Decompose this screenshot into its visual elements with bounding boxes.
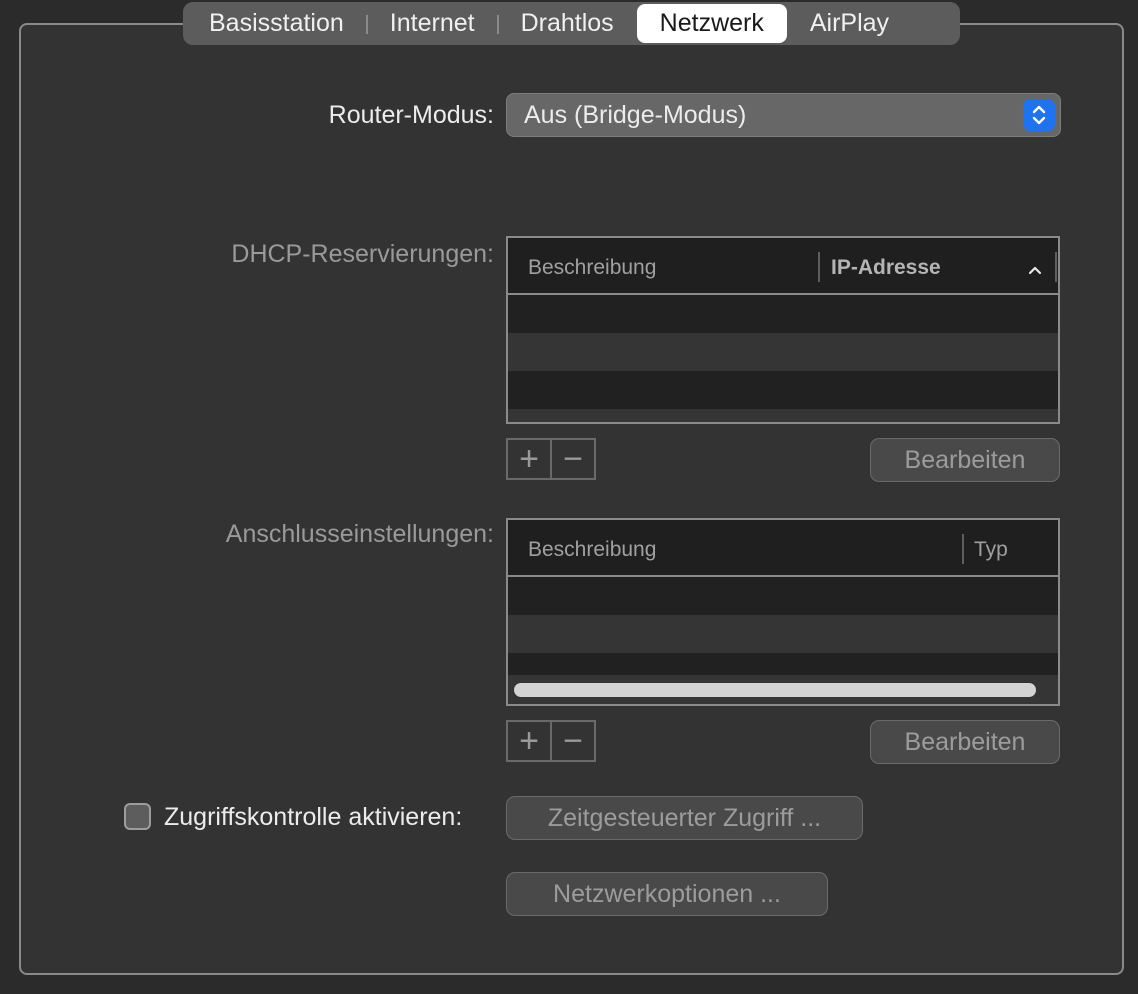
horizontal-scrollbar[interactable] — [514, 683, 1036, 697]
dhcp-add-remove-control: + − — [506, 438, 596, 480]
column-header-beschreibung[interactable]: Beschreibung — [528, 538, 656, 562]
tab-bar: Basisstation Internet Drahtlos Netzwerk … — [183, 2, 960, 45]
dhcp-reservations-table[interactable]: Beschreibung IP-Adresse — [506, 236, 1060, 424]
dhcp-table-header: Beschreibung IP-Adresse — [508, 238, 1058, 295]
tab-airplay[interactable]: AirPlay — [787, 4, 912, 43]
column-header-ip-adresse[interactable]: IP-Adresse — [831, 256, 941, 280]
column-header-beschreibung[interactable]: Beschreibung — [528, 256, 656, 280]
port-settings-table[interactable]: Beschreibung Typ — [506, 518, 1060, 706]
port-add-button[interactable]: + — [508, 722, 550, 760]
port-add-remove-control: + − — [506, 720, 596, 762]
column-header-typ[interactable]: Typ — [974, 538, 1008, 562]
router-mode-popup[interactable]: Aus (Bridge-Modus) — [506, 93, 1061, 137]
column-divider[interactable] — [818, 252, 820, 282]
tab-drahtlos[interactable]: Drahtlos — [498, 4, 637, 43]
router-mode-value: Aus (Bridge-Modus) — [524, 100, 747, 129]
timed-access-button[interactable]: Zeitgesteuerter Zugriff ... — [506, 796, 863, 840]
port-settings-label: Anschlusseinstellungen: — [225, 520, 494, 548]
tab-netzwerk[interactable]: Netzwerk — [636, 4, 787, 43]
table-row[interactable] — [508, 371, 1058, 409]
table-row[interactable] — [508, 409, 1058, 422]
dhcp-edit-button[interactable]: Bearbeiten — [870, 438, 1060, 482]
chevron-up-icon — [1027, 258, 1043, 282]
port-remove-button[interactable]: − — [550, 722, 594, 760]
table-row[interactable] — [508, 333, 1058, 371]
table-row[interactable] — [508, 577, 1058, 615]
dhcp-add-button[interactable]: + — [508, 440, 550, 478]
access-control-label: Zugriffskontrolle aktivieren: — [164, 803, 463, 831]
column-divider[interactable] — [1055, 252, 1057, 282]
access-control-checkbox[interactable] — [124, 803, 151, 830]
dhcp-remove-button[interactable]: − — [550, 440, 594, 478]
port-table-header: Beschreibung Typ — [508, 520, 1058, 577]
chevron-up-down-icon — [1023, 99, 1055, 131]
column-divider[interactable] — [962, 534, 964, 564]
port-edit-button[interactable]: Bearbeiten — [870, 720, 1060, 764]
table-row[interactable] — [508, 295, 1058, 333]
table-row[interactable] — [508, 615, 1058, 653]
router-mode-label: Router-Modus: — [328, 101, 494, 129]
dhcp-reservations-label: DHCP-Reservierungen: — [231, 240, 494, 268]
tab-internet[interactable]: Internet — [367, 4, 499, 43]
network-options-button[interactable]: Netzwerkoptionen ... — [506, 872, 828, 916]
tab-basisstation[interactable]: Basisstation — [186, 4, 368, 43]
